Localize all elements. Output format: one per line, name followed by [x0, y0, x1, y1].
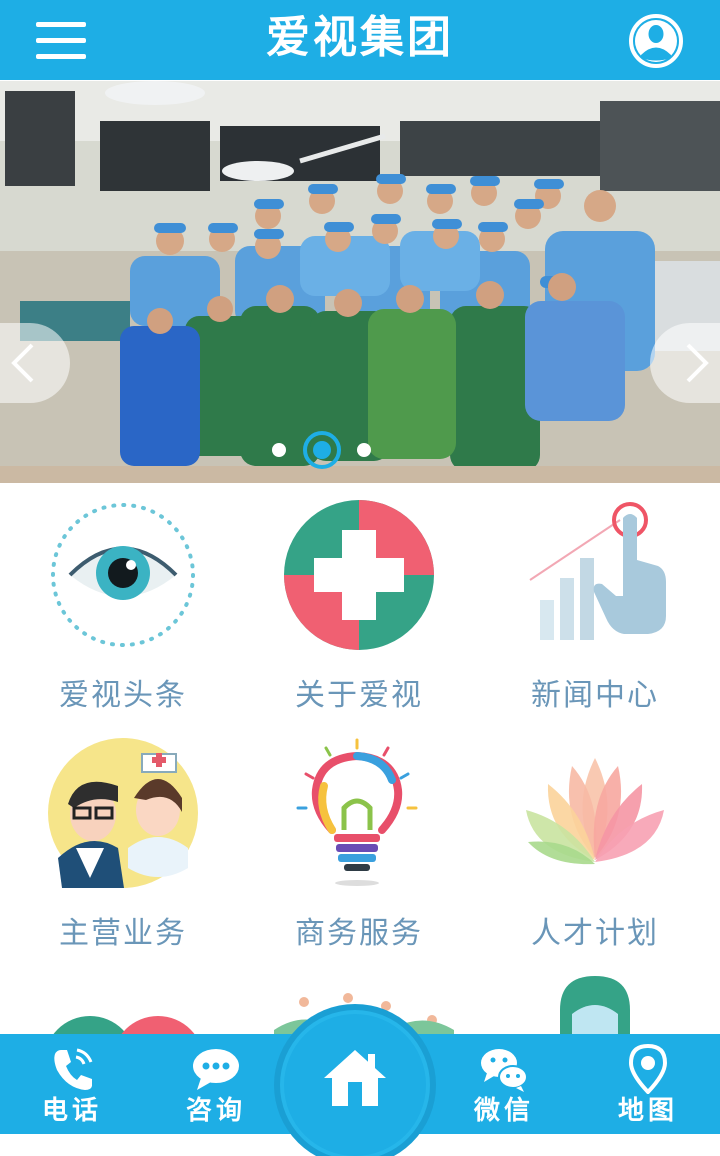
- tab-consult-label: 咨询: [185, 1096, 246, 1126]
- tab-wechat-label: 微信: [473, 1096, 534, 1126]
- tab-map-label: 地图: [617, 1096, 678, 1126]
- grid-item-label: 爱视头条: [59, 678, 187, 713]
- doctor-nurse-icon: [48, 738, 198, 888]
- tab-phone-label: 电话: [41, 1096, 102, 1126]
- carousel-dot[interactable]: [357, 443, 371, 457]
- phone-icon: [47, 1044, 97, 1094]
- tab-wechat[interactable]: 微信: [444, 1038, 564, 1130]
- tab-map[interactable]: 地图: [588, 1038, 708, 1130]
- home-icon: [324, 1050, 386, 1106]
- medical-cross-icon: [284, 500, 434, 650]
- app-title: 爱视集团: [266, 12, 454, 63]
- tab-consult[interactable]: 咨询: [156, 1038, 276, 1130]
- banner-carousel[interactable]: [0, 81, 720, 483]
- grid-item-partial-3[interactable]: [480, 970, 710, 1040]
- grid-item-business-services[interactable]: 商务服务: [244, 738, 474, 968]
- grid-item-talent-plan[interactable]: 人才计划: [480, 738, 710, 968]
- chat-bubble-icon: [191, 1044, 241, 1094]
- tab-phone[interactable]: 电话: [12, 1038, 132, 1130]
- grid-item-about-aishi[interactable]: 关于爱视: [244, 500, 474, 730]
- eye-icon: [48, 500, 198, 650]
- lotus-icon: [520, 738, 670, 888]
- chart-pointer-icon: [520, 500, 670, 650]
- home-button[interactable]: [284, 1014, 426, 1156]
- banner-photo: [0, 81, 720, 483]
- grid-item-aishi-headlines[interactable]: 爱视头条: [8, 500, 238, 730]
- map-pin-icon: [623, 1043, 673, 1095]
- grid-item-label: 人才计划: [531, 916, 659, 951]
- wechat-icon: [479, 1044, 529, 1094]
- grid-item-main-business[interactable]: 主营业务: [8, 738, 238, 968]
- chevron-left-icon[interactable]: [0, 323, 70, 403]
- carousel-dot[interactable]: [272, 443, 286, 457]
- chevron-right-icon[interactable]: [650, 323, 720, 403]
- user-profile-icon[interactable]: [628, 13, 684, 69]
- app-header: 爱视集团: [0, 0, 720, 80]
- grid-item-label: 主营业务: [59, 916, 187, 951]
- grid-item-label: 新闻中心: [531, 678, 659, 713]
- grid-item-news-center[interactable]: 新闻中心: [480, 500, 710, 730]
- grid-item-label: 商务服务: [295, 916, 423, 951]
- grid-item-label: 关于爱视: [295, 678, 423, 713]
- lightbulb-icon: [284, 738, 434, 888]
- carousel-indicators: [260, 428, 390, 472]
- grid-item-partial-1[interactable]: [8, 970, 238, 1040]
